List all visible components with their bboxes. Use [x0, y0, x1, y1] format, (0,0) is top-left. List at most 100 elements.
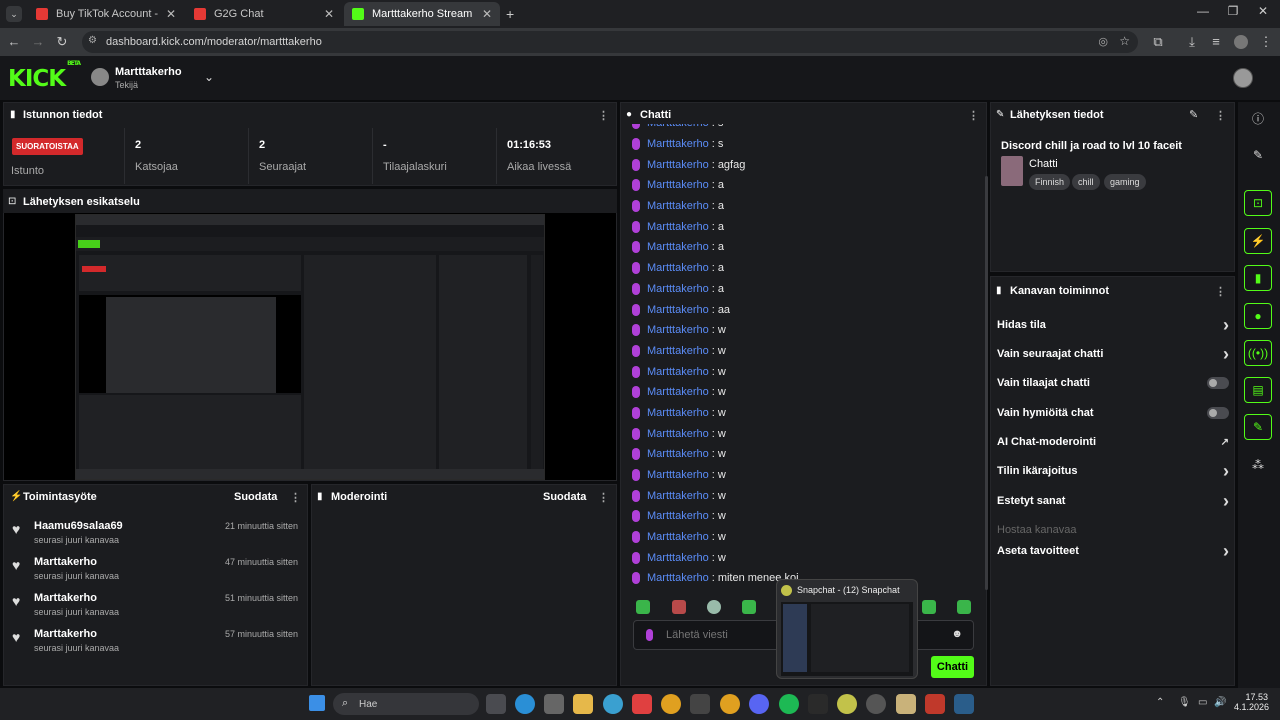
chevron-right-icon[interactable]: ›	[1223, 315, 1229, 336]
edit-icon[interactable]: ✎	[1244, 142, 1272, 168]
channel-action-row[interactable]: Hidas tila ›	[997, 315, 1229, 335]
chat-send-button[interactable]: Chatti	[931, 656, 974, 678]
close-icon[interactable]: ✕	[166, 7, 176, 21]
chat-username[interactable]: Martttakerho	[647, 200, 709, 212]
toggle-switch[interactable]	[1207, 377, 1229, 389]
chat-username[interactable]: Martttakerho	[647, 531, 709, 543]
moderation-filter-button[interactable]: Suodata	[543, 491, 586, 503]
stream-preview-video[interactable]	[75, 214, 545, 480]
chat-toggle-icon[interactable]: ●	[1244, 303, 1272, 329]
chat-username[interactable]: Martttakerho	[647, 262, 709, 274]
chat-username[interactable]: Martttakerho	[647, 510, 709, 522]
broadcast-icon[interactable]: ((•))	[1244, 340, 1272, 366]
chat-username[interactable]: Martttakerho	[647, 241, 709, 253]
chat-username[interactable]: Martttakerho	[647, 448, 709, 460]
spotify-icon[interactable]	[779, 694, 799, 714]
chat-menu-icon[interactable]: ⋮	[968, 109, 979, 122]
profile-avatar[interactable]	[1234, 35, 1248, 49]
tools-icon[interactable]: ✎	[1244, 414, 1272, 440]
chat-username[interactable]: Martttakerho	[647, 304, 709, 316]
channel-action-row[interactable]: Vain tilaajat chatti	[997, 373, 1229, 393]
note-icon[interactable]: ▮	[1244, 265, 1272, 291]
chat-username[interactable]: Martttakerho	[647, 386, 709, 398]
edge-icon[interactable]	[515, 694, 535, 714]
edit-pencil-icon[interactable]: ✎	[1189, 108, 1198, 121]
chat-username[interactable]: Martttakerho	[647, 179, 709, 191]
windows-start-icon[interactable]	[309, 695, 325, 711]
emote-icon[interactable]	[672, 600, 686, 614]
tab-tiktok[interactable]: Buy TikTok Account - Safe, Veri ✕	[28, 2, 184, 26]
emote-icon[interactable]	[922, 600, 936, 614]
tab-kick-dashboard[interactable]: Martttakerho Stream - Kick Da ✕	[344, 2, 500, 26]
chevron-right-icon[interactable]: ›	[1223, 344, 1229, 365]
chevron-right-icon[interactable]: ›	[1223, 541, 1229, 562]
app-icon[interactable]	[690, 694, 710, 714]
session-menu-icon[interactable]: ⋮	[598, 109, 609, 122]
task-view-icon[interactable]	[486, 694, 506, 714]
chat-username[interactable]: Martttakerho	[647, 283, 709, 295]
app-icon[interactable]	[632, 694, 652, 714]
channel-action-row[interactable]: Estetyt sanat ›	[997, 491, 1229, 511]
activity-menu-icon[interactable]: ⋮	[290, 491, 301, 504]
chat-username[interactable]: Martttakerho	[647, 428, 709, 440]
chat-username[interactable]: Martttakerho	[647, 572, 709, 584]
chat-username[interactable]: Martttakerho	[647, 345, 709, 357]
tab-g2g[interactable]: G2G Chat ✕	[186, 2, 342, 26]
channel-action-row[interactable]: Vain hymiöitä chat	[997, 403, 1229, 423]
app-icon[interactable]	[866, 694, 886, 714]
stream-info-menu-icon[interactable]: ⋮	[1215, 109, 1226, 122]
app-icon[interactable]	[808, 694, 828, 714]
address-bar[interactable]: ⚙ dashboard.kick.com/moderator/martttake…	[82, 31, 1138, 53]
minimize-icon[interactable]: —	[1188, 4, 1218, 18]
extensions-icon[interactable]: ⧉	[1150, 34, 1166, 50]
chat-scrollbar[interactable]	[985, 176, 988, 590]
toggle-switch[interactable]	[1207, 407, 1229, 419]
channel-action-row[interactable]: Aseta tavoitteet ›	[997, 541, 1229, 561]
emote-icon[interactable]	[957, 600, 971, 614]
browser-menu-icon[interactable]: ⋮	[1258, 34, 1274, 50]
emote-icon[interactable]	[636, 600, 650, 614]
add-widget-icon[interactable]: ⁂	[1244, 452, 1272, 478]
external-link-icon[interactable]: ↗	[1221, 437, 1229, 448]
taskbar-clock[interactable]: 17.53 4.1.2026	[1234, 692, 1269, 712]
new-tab-icon[interactable]: +	[506, 6, 514, 22]
volume-icon[interactable]: 🔊	[1214, 697, 1226, 708]
emote-icon[interactable]	[742, 600, 756, 614]
close-icon[interactable]: ✕	[482, 7, 492, 21]
discord-icon[interactable]	[749, 694, 769, 714]
taskbar-search[interactable]: ⌕ Hae	[333, 693, 479, 715]
bolt-icon[interactable]: ⚡	[1244, 228, 1272, 254]
mic-tray-icon[interactable]: 🎙	[1178, 697, 1191, 708]
chat-username[interactable]: Martttakerho	[647, 366, 709, 378]
reading-list-icon[interactable]: ≡	[1208, 34, 1224, 49]
kick-logo[interactable]: KICKBETA	[8, 60, 81, 92]
chat-username[interactable]: Martttakerho	[647, 324, 709, 336]
emote-icon[interactable]	[707, 600, 721, 614]
chevron-right-icon[interactable]: ›	[1223, 461, 1229, 482]
activity-filter-button[interactable]: Suodata	[234, 491, 277, 503]
chat-username[interactable]: Martttakerho	[647, 469, 709, 481]
store-icon[interactable]	[544, 694, 564, 714]
download-icon[interactable]: ⤓	[1184, 34, 1200, 50]
app-icon[interactable]	[896, 694, 916, 714]
chat-username[interactable]: Martttakerho	[647, 124, 709, 129]
chrome-icon[interactable]	[661, 694, 681, 714]
file-explorer-icon[interactable]	[573, 694, 593, 714]
channel-actions-menu-icon[interactable]: ⋮	[1215, 285, 1226, 298]
forward-icon[interactable]: →	[30, 34, 46, 49]
app-icon[interactable]	[925, 694, 945, 714]
tray-chevron-icon[interactable]: ⌃	[1156, 697, 1164, 708]
back-icon[interactable]: ←	[6, 34, 22, 49]
steam-icon[interactable]	[954, 694, 974, 714]
snapchat-taskbar-icon[interactable]	[837, 694, 857, 714]
site-info-icon[interactable]: ⚙	[88, 35, 97, 46]
user-avatar[interactable]	[1233, 68, 1253, 88]
chat-username[interactable]: Martttakerho	[647, 407, 709, 419]
preview-toggle-icon[interactable]: ⊡	[1244, 190, 1272, 216]
chrome-active-icon[interactable]	[720, 694, 740, 714]
maximize-icon[interactable]: ❐	[1218, 4, 1248, 18]
app-icon[interactable]	[603, 694, 623, 714]
tab-search-button[interactable]: ⌄	[6, 6, 22, 22]
channel-action-row[interactable]: Vain seuraajat chatti ›	[997, 344, 1229, 364]
network-icon[interactable]: ▭	[1198, 697, 1207, 708]
